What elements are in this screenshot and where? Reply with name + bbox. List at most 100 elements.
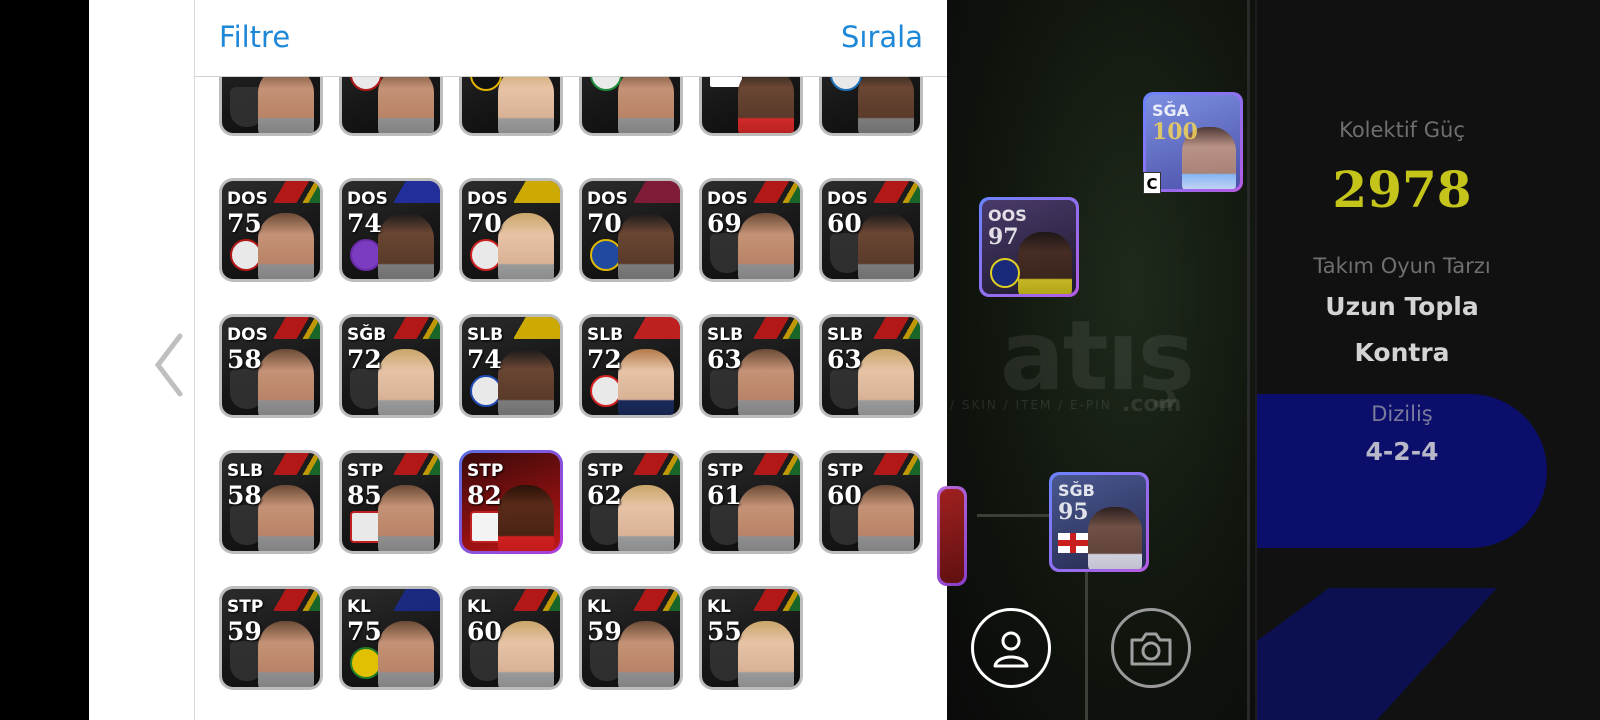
- profile-button[interactable]: [971, 608, 1051, 688]
- playstyle-label: Takım Oyun Tarzı: [1313, 254, 1491, 278]
- player-rating: 55: [707, 617, 742, 646]
- player-rating: 58: [227, 345, 262, 374]
- player-position: DOS: [347, 189, 388, 209]
- player-card[interactable]: STP 61: [699, 450, 803, 554]
- player-rating: 74: [467, 345, 502, 374]
- formation-player-position: SĞB: [1058, 481, 1095, 500]
- player-rating: 82: [467, 481, 502, 510]
- player-rating: 59: [587, 617, 622, 646]
- player-position: SLB: [827, 325, 864, 345]
- player-position: KL: [347, 597, 372, 617]
- player-rating: 70: [587, 209, 622, 238]
- player-card[interactable]: STP 82: [459, 450, 563, 554]
- player-card[interactable]: DOS 74: [339, 178, 443, 282]
- player-position: STP: [587, 461, 624, 481]
- player-position: SLB: [227, 461, 264, 481]
- camera-icon: [1130, 632, 1172, 666]
- player-card[interactable]: KL 59: [579, 586, 683, 690]
- player-rating: 61: [707, 481, 742, 510]
- player-position: STP: [347, 461, 384, 481]
- formation-label: Diziliş: [1371, 402, 1433, 426]
- player-card[interactable]: DOS 58: [219, 314, 323, 418]
- player-card[interactable]: SĞB 72: [339, 314, 443, 418]
- player-rating: 60: [467, 617, 502, 646]
- player-rating: 58: [227, 481, 262, 510]
- left-edge: [0, 0, 89, 720]
- player-position: SLB: [707, 325, 744, 345]
- player-card[interactable]: DOS 75: [219, 178, 323, 282]
- player-card[interactable]: STP 85: [339, 450, 443, 554]
- player-rating: 75: [227, 209, 262, 238]
- team-stats-panel: Kolektif Güç 2978 Takım Oyun Tarzı Uzun …: [1255, 0, 1600, 720]
- player-rating: 60: [827, 481, 862, 510]
- player-rating: 70: [467, 209, 502, 238]
- player-rating: 69: [707, 209, 742, 238]
- decor-shape: [1257, 588, 1497, 720]
- player-card[interactable]: DOS 60: [819, 178, 923, 282]
- pitch-line: [1247, 0, 1250, 720]
- watermark-domain: .com: [1122, 392, 1182, 417]
- player-rating: 59: [227, 617, 262, 646]
- player-position: DOS: [707, 189, 748, 209]
- camera-button[interactable]: [1111, 608, 1191, 688]
- player-position: SLB: [467, 325, 504, 345]
- player-card[interactable]: DOS 70: [459, 178, 563, 282]
- formation-player-card-partial[interactable]: [937, 486, 967, 586]
- team-strength-label: Kolektif Güç: [1339, 118, 1465, 142]
- player-card[interactable]: KL 60: [459, 586, 563, 690]
- player-position: KL: [707, 597, 732, 617]
- player-card[interactable]: STP 59: [219, 586, 323, 690]
- player-card[interactable]: SLB 58: [219, 450, 323, 554]
- player-card[interactable]: DOS 70: [579, 178, 683, 282]
- picker-header: Filtre Sırala: [195, 0, 947, 77]
- player-picker-panel: 60 89 79 76 68 86 DOS75 DOS74 DOS70 DOS7…: [195, 0, 947, 720]
- player-position: DOS: [827, 189, 868, 209]
- chevron-left-icon[interactable]: [150, 330, 190, 400]
- formation-player-card[interactable]: SĞB 95: [1049, 472, 1149, 572]
- player-card[interactable]: SLB 74: [459, 314, 563, 418]
- player-card[interactable]: KL 55: [699, 586, 803, 690]
- player-position: SĞB: [347, 325, 387, 345]
- player-rating: 60: [827, 209, 862, 238]
- formation-player-rating: 95: [1058, 499, 1089, 525]
- player-card[interactable]: DOS 69: [699, 178, 803, 282]
- player-card[interactable]: SLB 63: [819, 314, 923, 418]
- formation-player-card[interactable]: OOS 97: [979, 197, 1079, 297]
- player-position: SLB: [587, 325, 624, 345]
- player-position: STP: [827, 461, 864, 481]
- player-position: KL: [587, 597, 612, 617]
- player-position: KL: [467, 597, 492, 617]
- player-card[interactable]: STP 60: [819, 450, 923, 554]
- player-position: DOS: [587, 189, 628, 209]
- player-rating: 72: [347, 345, 382, 374]
- formation-player-rating: 97: [988, 224, 1019, 250]
- player-card[interactable]: KL 75: [339, 586, 443, 690]
- player-rating: 74: [347, 209, 382, 238]
- player-position: DOS: [227, 189, 268, 209]
- player-position: STP: [467, 461, 504, 481]
- sort-button[interactable]: Sırala: [841, 20, 923, 54]
- player-card[interactable]: SLB 63: [699, 314, 803, 418]
- team-strength-value: 2978: [1332, 160, 1472, 219]
- watermark-sub: / SKIN / ITEM / E-PIN: [950, 398, 1112, 412]
- player-position: DOS: [467, 189, 508, 209]
- formation-player-rating: 100: [1152, 119, 1198, 145]
- playstyle-value-line2[interactable]: Kontra: [1257, 338, 1547, 367]
- player-rating: 63: [707, 345, 742, 374]
- formation-player-position: SĞA: [1152, 101, 1190, 120]
- formation-player-position: OOS: [988, 206, 1027, 225]
- playstyle-value-line1[interactable]: Uzun Topla: [1257, 292, 1547, 321]
- player-position: STP: [227, 597, 264, 617]
- player-card[interactable]: SLB 72: [579, 314, 683, 418]
- player-rating: 63: [827, 345, 862, 374]
- formation-value[interactable]: 4-2-4: [1257, 437, 1547, 466]
- person-icon: [993, 631, 1029, 668]
- player-rating: 62: [587, 481, 622, 510]
- screen: 60 89 79 76 68 86 DOS75 DOS74 DOS70 DOS7…: [0, 0, 1600, 720]
- player-position: DOS: [227, 325, 268, 345]
- captain-badge: C: [1143, 172, 1161, 194]
- filter-button[interactable]: Filtre: [219, 20, 290, 54]
- player-rating: 75: [347, 617, 382, 646]
- player-card[interactable]: STP 62: [579, 450, 683, 554]
- pitch-line: [1085, 570, 1088, 720]
